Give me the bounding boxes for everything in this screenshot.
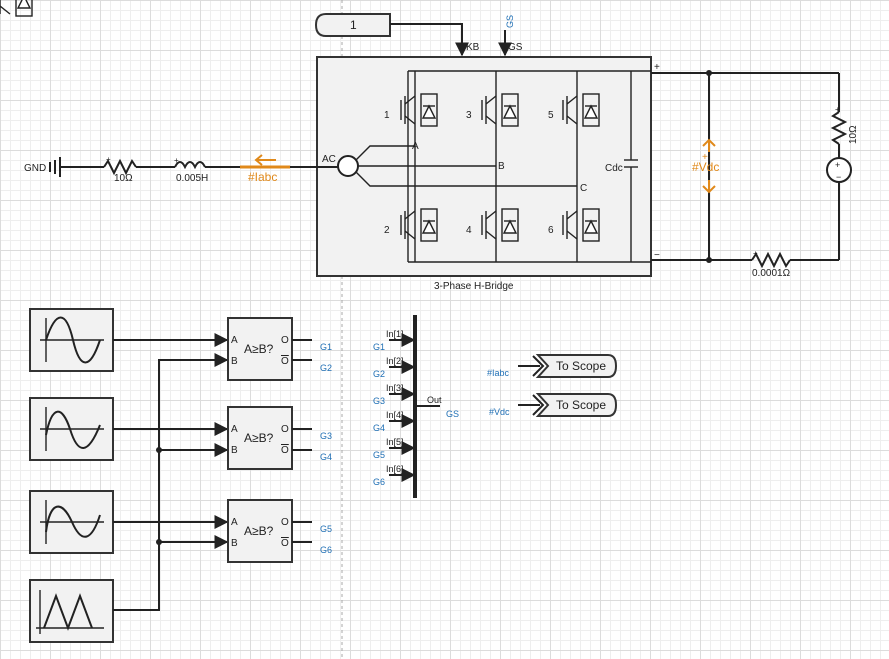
iabc-label: #Iabc [248,170,277,184]
series-resistor-label: 0.0001Ω [752,268,791,279]
cmp2-a: A [231,424,238,435]
load-resistor-label: 10Ω [848,125,859,144]
cmp2-out2: G4 [320,452,332,462]
mux-in2: In[2] [386,356,404,366]
cmp3-b: B [231,538,238,549]
switch-2-label: 2 [384,225,390,236]
triangle-carrier-source[interactable] [29,579,114,643]
mux-g2: G2 [373,369,385,379]
switch-6-label: 6 [548,225,554,236]
kb-label: KB [466,42,480,53]
switch-4-label: 4 [466,225,472,236]
igbt-switches [0,0,33,17]
constant-value: 1 [350,18,357,32]
mux-g5: G5 [373,450,385,460]
cmp3-out2: G6 [320,545,332,555]
cmp3-a: A [231,517,238,528]
cmp3-o: O [281,517,289,528]
cmp2-o: O [281,424,289,435]
mux-g6: G6 [373,477,385,487]
scope2-signal: #Vdc [489,407,510,417]
svg-text:+: + [106,155,111,164]
mux-g3: G3 [373,396,385,406]
cmp1-out2: G2 [320,363,332,373]
source-resistor-label: 10Ω [114,173,133,184]
cmp3-out1: G5 [320,524,332,534]
svg-text:+: + [174,156,179,165]
cmp1-obar: O [281,356,289,367]
cmp2-out1: G3 [320,431,332,441]
cmp2-b: B [231,445,238,456]
sine-source-3[interactable] [29,490,114,554]
ac-label: AC [322,154,336,165]
cmp1-b: B [231,356,238,367]
mux-in6: In[6] [386,464,404,474]
vdc-label: #Vdc [692,160,719,174]
ac-port[interactable] [337,155,359,177]
sine-source-2[interactable] [29,397,114,461]
cmp1-out1: G1 [320,342,332,352]
schematic-diagram: 1 GS KB GS 3-Phase H-Bridge Cdc 1 3 5 2 [0,0,859,659]
svg-text:+: + [835,160,840,170]
inductor-label: 0.005H [176,173,208,184]
scope2-label: To Scope [556,398,606,412]
cmp1-a: A [231,335,238,346]
dc-plus-label: + [654,62,660,73]
mux-in5: In[5] [386,437,404,447]
iabc-probe[interactable] [240,154,290,169]
mux-in3: In[3] [386,383,404,393]
phase-a-label: A [412,141,419,152]
phase-b-label: B [498,161,505,172]
mux-out-signal: GS [446,409,459,419]
cmp1-o: O [281,335,289,346]
gnd-label: GND [24,163,46,174]
sine-source-1[interactable] [29,308,114,372]
svg-text:−: − [836,172,841,182]
scope1-signal: #Iabc [487,368,510,378]
cmp3-obar: O [281,538,289,549]
cmp3-label: A≥B? [244,524,274,538]
mux-g4: G4 [373,423,385,433]
cmp2-obar: O [281,445,289,456]
svg-text:+: + [753,249,758,258]
switch-1-label: 1 [384,110,390,121]
gs-top-label: GS [505,15,515,28]
mux-out-label: Out [427,395,442,405]
gs-label: GS [508,42,523,53]
cdc-label: Cdc [605,163,623,174]
mux-in1: In[1] [386,329,404,339]
phase-c-label: C [580,183,587,194]
mux-in4: In[4] [386,410,404,420]
scope1-label: To Scope [556,359,606,373]
mux-g1: G1 [373,342,385,352]
switch-5-label: 5 [548,110,554,121]
svg-text:+: + [835,105,840,114]
h-bridge-title: 3-Phase H-Bridge [434,281,514,292]
switch-3-label: 3 [466,110,472,121]
cmp2-label: A≥B? [244,431,274,445]
constant-block[interactable]: 1 [314,13,391,37]
kb-wire [390,23,469,57]
cmp1-label: A≥B? [244,342,274,356]
